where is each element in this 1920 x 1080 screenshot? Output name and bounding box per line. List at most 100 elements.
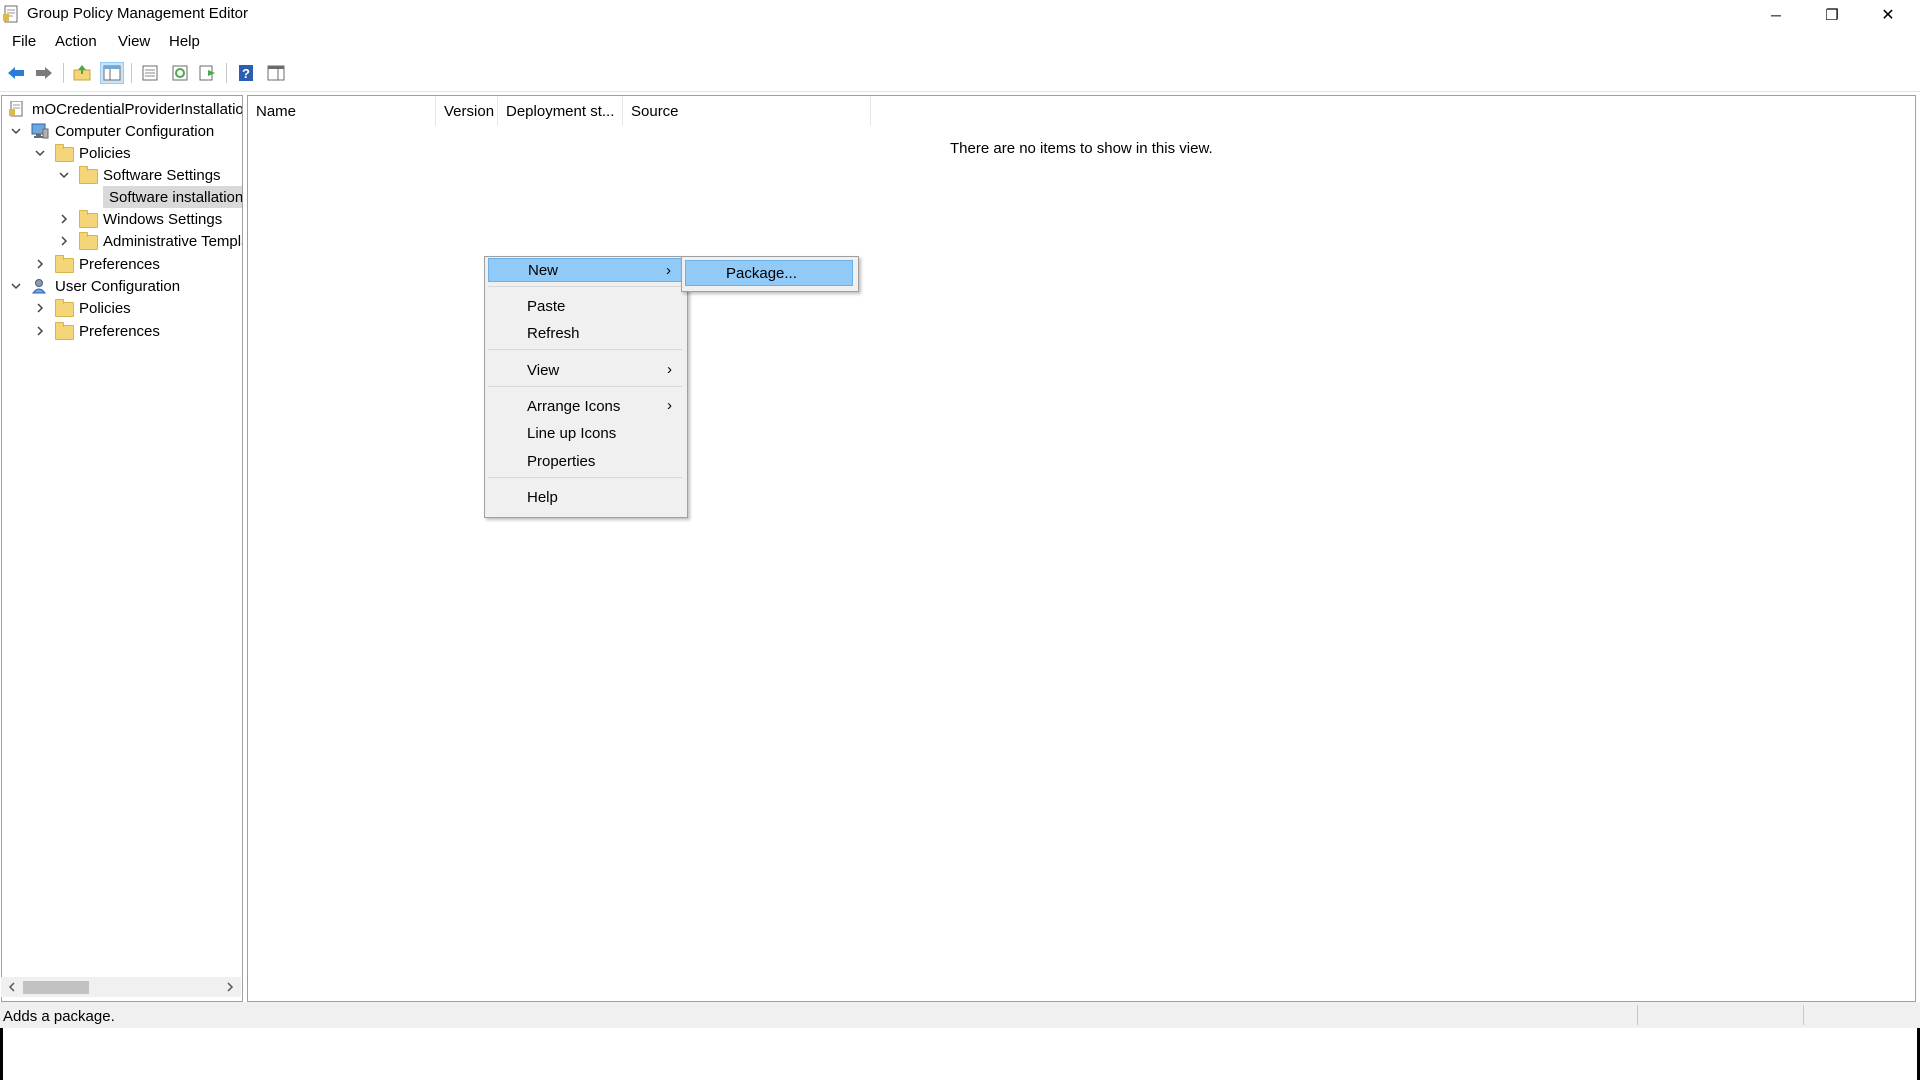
tree-horizontal-scrollbar[interactable] (1, 977, 241, 997)
svg-text:?: ? (242, 66, 250, 81)
tree-item-label: Policies (79, 144, 131, 162)
minimize-button[interactable]: ─ (1748, 0, 1804, 30)
up-level-button[interactable] (70, 62, 94, 84)
menu-item-label: Arrange Icons (527, 397, 621, 415)
user-icon (31, 279, 47, 294)
chevron-right-icon[interactable] (33, 257, 47, 271)
column-label: Version (444, 102, 495, 120)
scrollbar-thumb[interactable] (23, 981, 89, 994)
menu-action[interactable]: Action (55, 33, 97, 50)
tree-item-label: Software installation (109, 188, 243, 206)
close-button[interactable]: ✕ (1860, 0, 1916, 30)
menu-item-package[interactable]: Package... (685, 260, 853, 286)
menu-item-label: Package... (726, 264, 797, 282)
properties-icon (142, 65, 158, 81)
menu-file[interactable]: File (12, 33, 36, 50)
menu-help[interactable]: Help (169, 33, 200, 50)
tree-item-label: mOCredentialProviderInstallation (32, 100, 243, 118)
menu-separator (488, 349, 682, 350)
menu-item-label: View (527, 361, 560, 379)
tree-item-computer-policies[interactable]: Policies (33, 142, 131, 164)
chevron-right-icon[interactable] (33, 324, 47, 338)
tree-item-administrative-templates[interactable]: Administrative Templates (57, 230, 242, 252)
column-header-source[interactable]: Source (623, 96, 871, 126)
menu-item-help[interactable]: Help (488, 485, 682, 509)
new-submenu: Package... (681, 256, 859, 292)
chevron-down-icon[interactable] (9, 124, 23, 138)
tree-item-user-configuration[interactable]: User Configuration (9, 275, 180, 297)
scroll-left-icon[interactable] (5, 979, 19, 995)
window-title: Group Policy Management Editor (27, 5, 248, 22)
status-divider (1803, 1005, 1804, 1025)
back-button[interactable] (4, 62, 28, 84)
tree-item-computer-preferences[interactable]: Preferences (33, 253, 160, 275)
menu-item-arrange-icons[interactable]: Arrange Icons › (488, 394, 682, 418)
details-pane[interactable]: Name Version Deployment st... Source The… (247, 95, 1916, 1002)
window-edge-left (0, 1028, 3, 1080)
status-divider (1637, 1005, 1638, 1025)
refresh-button[interactable] (168, 62, 192, 84)
tree-item-label: Preferences (79, 255, 160, 273)
chevron-right-icon: › (667, 361, 672, 378)
chevron-down-icon[interactable] (33, 146, 47, 160)
export-list-button[interactable] (196, 62, 220, 84)
export-list-icon (199, 65, 215, 81)
tree-item-gpo-root[interactable]: mOCredentialProviderInstallation (8, 98, 243, 120)
app-icon (3, 5, 18, 23)
menu-item-view[interactable]: View › (488, 358, 682, 382)
context-menu: New › Paste Refresh View › Arrange Icons… (484, 256, 688, 518)
menu-item-label: Line up Icons (527, 424, 617, 442)
restore-button[interactable]: ❐ (1804, 0, 1860, 30)
menu-separator (488, 386, 682, 387)
scroll-right-icon[interactable] (223, 979, 237, 995)
tree-item-windows-settings[interactable]: Windows Settings (57, 208, 222, 230)
column-label: Source (631, 102, 679, 120)
chevron-right-icon: › (666, 262, 671, 279)
menu-bar: File Action View Help (0, 30, 1920, 55)
properties-button[interactable] (138, 62, 162, 84)
chevron-down-icon[interactable] (9, 279, 23, 293)
tree-item-user-preferences[interactable]: Preferences (33, 320, 160, 342)
refresh-icon (172, 65, 188, 81)
column-header-version[interactable]: Version (436, 96, 498, 126)
tree-item-label: Software Settings (103, 166, 221, 184)
tree-item-label: User Configuration (55, 277, 181, 295)
chevron-right-icon[interactable] (57, 212, 71, 226)
tree-item-label: Computer Configuration (55, 122, 215, 140)
show-hide-tree-button[interactable] (100, 62, 124, 84)
tree-item-software-installation[interactable]: Software installation (103, 186, 243, 208)
restore-icon: ❐ (1825, 7, 1839, 24)
menu-view[interactable]: View (118, 33, 150, 50)
chevron-right-icon[interactable] (33, 301, 47, 315)
menu-item-properties[interactable]: Properties (488, 449, 682, 473)
menu-item-paste[interactable]: Paste (488, 294, 682, 318)
tree-item-software-settings[interactable]: Software Settings (57, 164, 221, 186)
tree-item-user-policies[interactable]: Policies (33, 297, 131, 319)
forward-button[interactable] (32, 62, 56, 84)
chevron-down-icon[interactable] (57, 168, 71, 182)
tree-item-computer-configuration[interactable]: Computer Configuration (9, 120, 214, 142)
menu-item-label: New (528, 261, 559, 279)
tree-item-label: Administrative Templates (103, 232, 242, 250)
folder-icon (79, 210, 98, 228)
tree-item-label: Windows Settings (103, 210, 223, 228)
column-header-name[interactable]: Name (248, 96, 436, 126)
toolbar-separator (131, 63, 132, 83)
column-label: Deployment st... (506, 102, 615, 120)
help-icon: ? (239, 65, 253, 81)
menu-item-line-up-icons[interactable]: Line up Icons (488, 421, 682, 445)
column-label: Name (256, 102, 297, 120)
column-header-deployment-state[interactable]: Deployment st... (498, 96, 623, 126)
help-button[interactable]: ? (234, 62, 258, 84)
console-tree[interactable]: mOCredentialProviderInstallation Compute… (1, 95, 243, 1002)
menu-item-refresh[interactable]: Refresh (488, 321, 682, 345)
menu-item-new[interactable]: New › (488, 258, 682, 282)
menu-item-label: Refresh (527, 324, 580, 342)
show-action-pane-button[interactable] (264, 62, 288, 84)
toolbar: ? (0, 55, 1920, 92)
chevron-right-icon: › (667, 397, 672, 414)
folder-icon (79, 166, 98, 184)
chevron-right-icon[interactable] (57, 234, 71, 248)
menu-separator (488, 286, 682, 287)
up-folder-icon (73, 65, 91, 81)
